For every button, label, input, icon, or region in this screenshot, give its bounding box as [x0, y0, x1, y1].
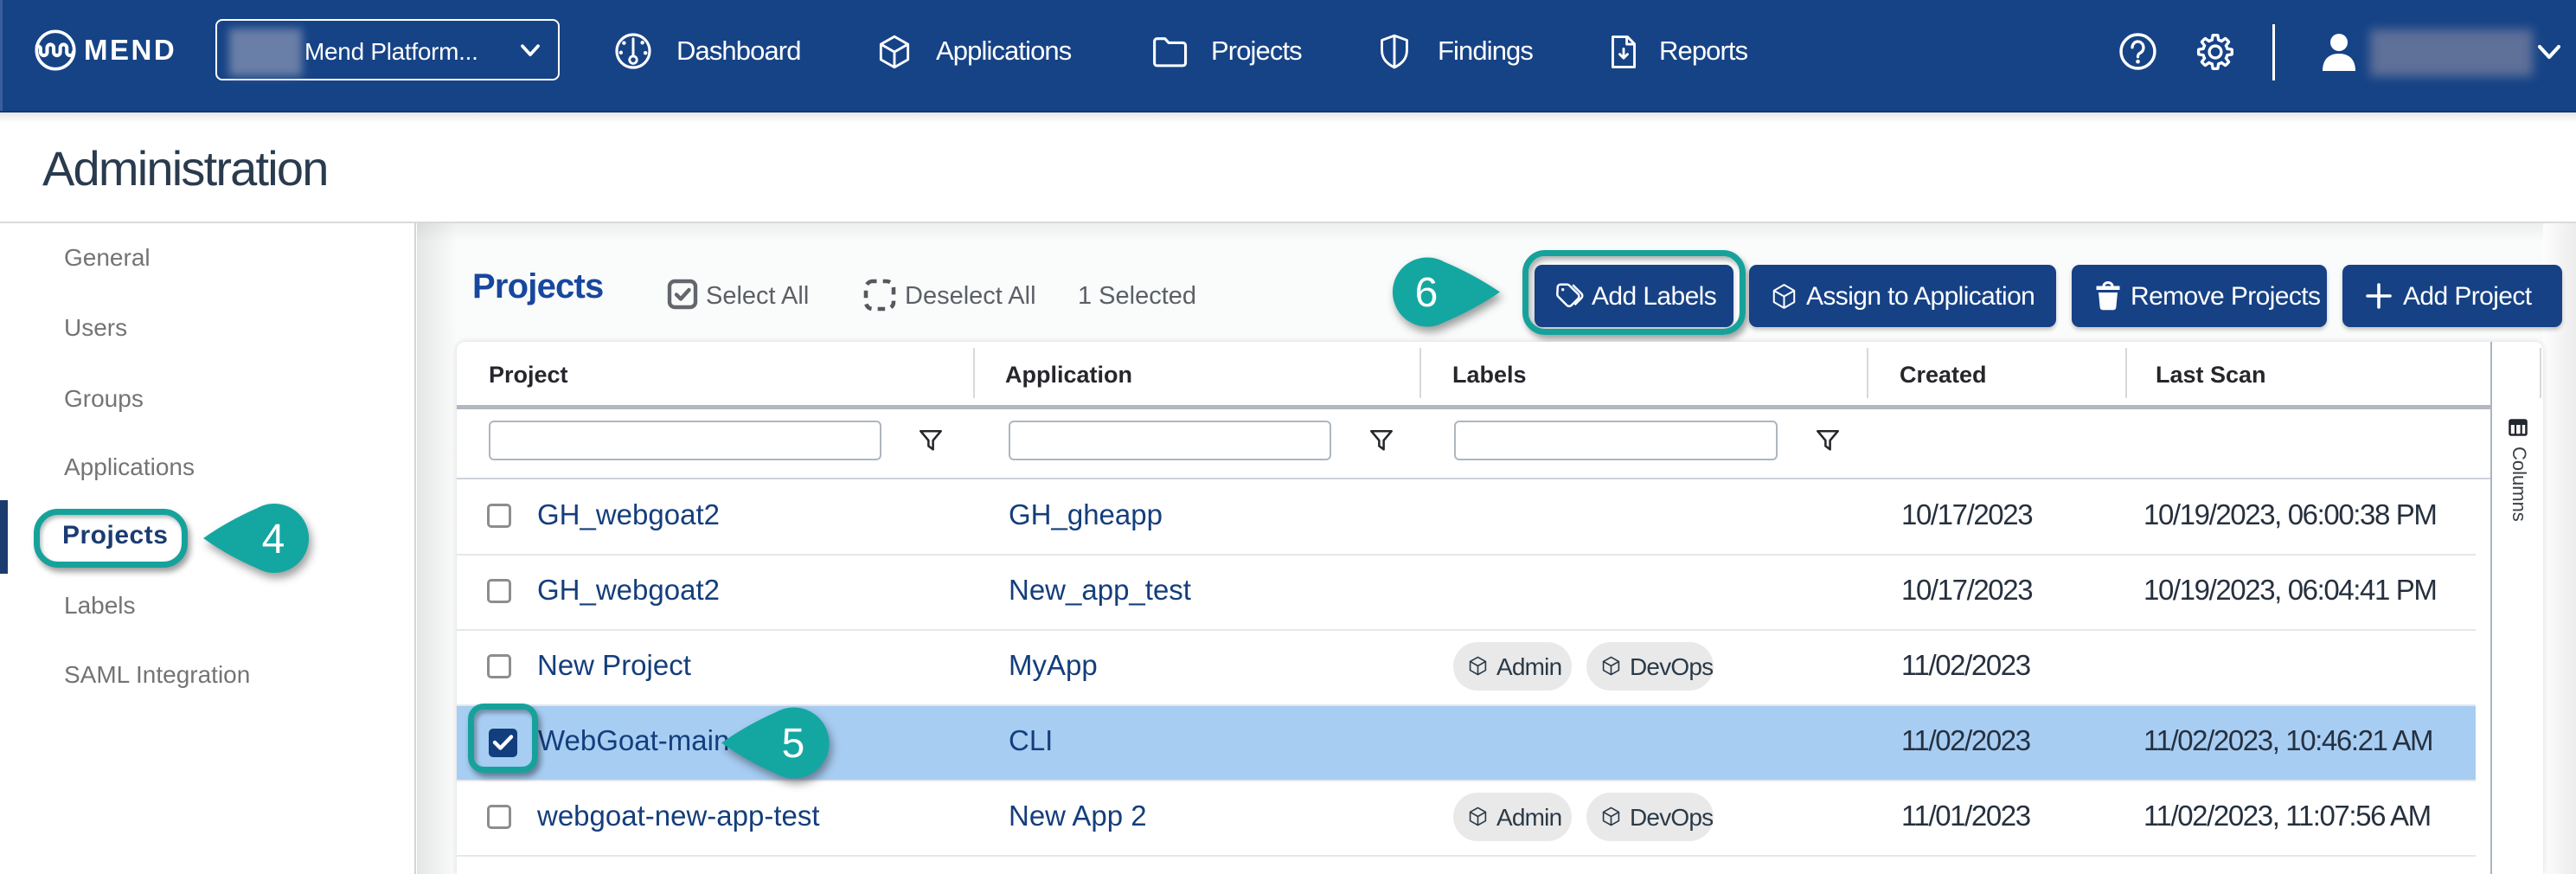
svg-text:6: 6 [1415, 270, 1439, 316]
svg-text:5: 5 [782, 721, 805, 767]
svg-text:4: 4 [262, 517, 285, 562]
